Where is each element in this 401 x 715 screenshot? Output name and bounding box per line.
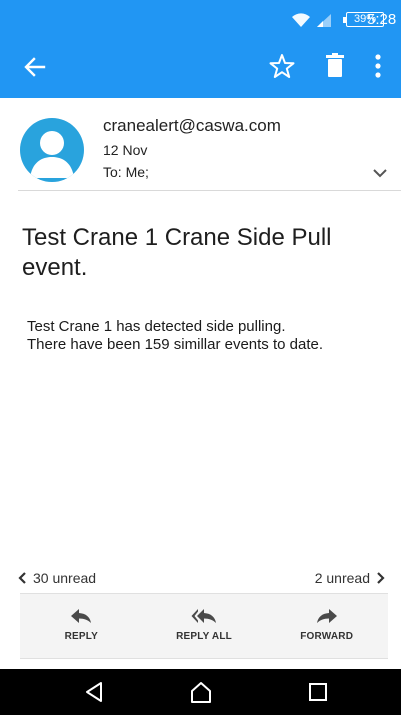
more-vert-icon[interactable] — [374, 54, 382, 78]
message-header[interactable]: cranealert@caswa.com 12 Nov To: Me; — [0, 98, 401, 190]
trash-icon[interactable] — [326, 53, 344, 77]
forward-icon — [316, 609, 337, 623]
message-body: Test Crane 1 has detected side pulling. … — [27, 318, 397, 354]
reply-all-icon — [191, 609, 216, 623]
chevron-down-icon[interactable] — [372, 168, 388, 178]
next-unread-button[interactable]: 2 unread — [315, 570, 385, 586]
body-line: Test Crane 1 has detected side pulling. — [27, 318, 286, 335]
prev-unread-button[interactable]: 30 unread — [18, 570, 96, 586]
nav-recents-icon[interactable] — [306, 680, 330, 704]
recipients: To: Me; — [103, 164, 149, 180]
forward-button[interactable]: FORWARD — [265, 594, 388, 658]
avatar — [20, 118, 84, 182]
chevron-right-icon — [377, 572, 385, 584]
person-icon — [30, 131, 74, 178]
email-screen: 39% 5:28 cranealert@caswa.com 12 Nov To:… — [0, 0, 401, 715]
sender-email: cranealert@caswa.com — [103, 116, 281, 135]
reply-icon — [71, 609, 92, 623]
prev-unread-label: 30 unread — [33, 570, 97, 586]
wifi-icon — [292, 13, 310, 27]
reply-label: REPLY — [64, 631, 99, 642]
reply-all-label: REPLY ALL — [176, 631, 232, 642]
next-unread-label: 2 unread — [314, 570, 370, 586]
status-bar: 39% 5:28 — [0, 0, 401, 38]
message-subject: Test Crane 1 Crane Side Pull event. — [22, 224, 332, 281]
clock: 5:28 — [367, 11, 397, 28]
app-bar — [0, 38, 401, 98]
divider — [18, 190, 401, 191]
star-icon[interactable] — [268, 52, 296, 80]
chevron-left-icon — [18, 572, 26, 584]
signal-icon — [317, 14, 331, 27]
nav-home-icon[interactable] — [189, 680, 213, 704]
reply-button[interactable]: REPLY — [20, 594, 143, 658]
message-date: 12 Nov — [103, 142, 148, 158]
forward-label: FORWARD — [300, 631, 354, 642]
system-nav-bar — [0, 669, 401, 715]
action-bar: REPLY REPLY ALL FORWARD — [20, 593, 388, 659]
nav-back-icon[interactable] — [82, 680, 106, 704]
back-arrow-icon[interactable] — [22, 54, 48, 80]
body-line: There have been 159 simillar events to d… — [27, 336, 324, 353]
reply-all-button[interactable]: REPLY ALL — [143, 594, 266, 658]
